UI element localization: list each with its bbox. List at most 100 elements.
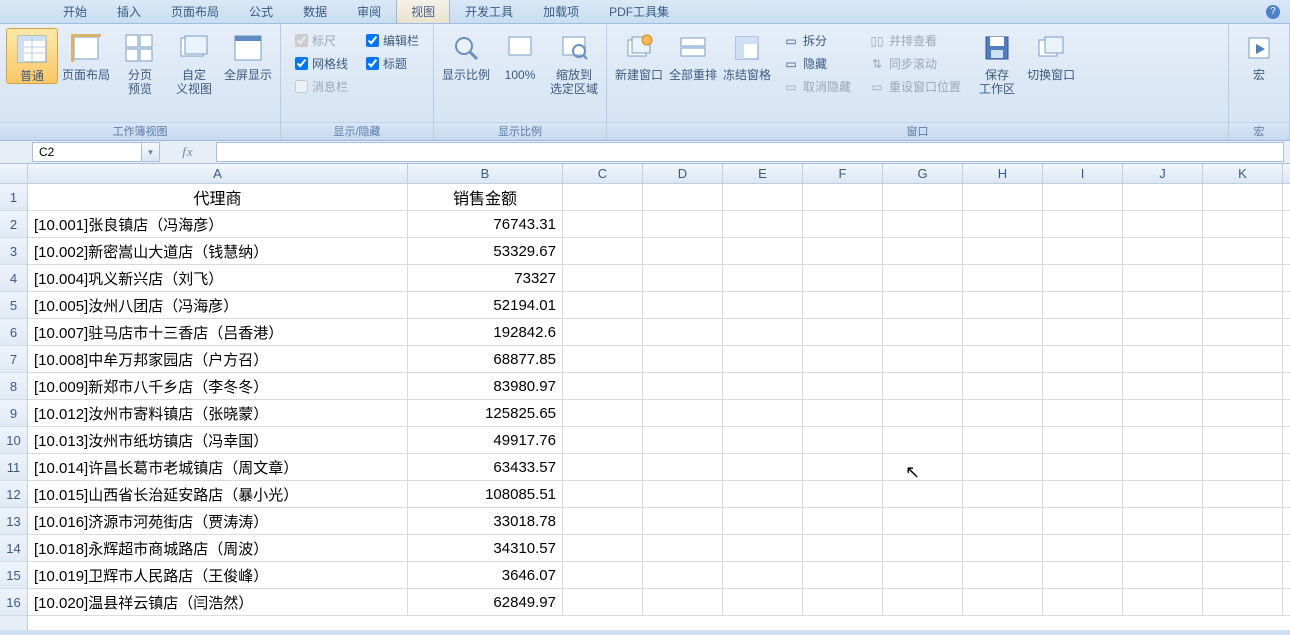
cell[interactable] xyxy=(1043,427,1123,453)
cell[interactable] xyxy=(963,373,1043,399)
cell[interactable] xyxy=(723,184,803,210)
row-header[interactable]: 11 xyxy=(0,454,27,481)
cell[interactable]: [10.015]山西省长治延安路店（暴小光） xyxy=(28,481,408,507)
column-header[interactable]: E xyxy=(723,164,803,183)
cell[interactable] xyxy=(883,211,963,237)
cell[interactable]: 62849.97 xyxy=(408,589,563,615)
cell[interactable] xyxy=(1123,238,1203,264)
view-pagelayout-button[interactable]: 页面布局 xyxy=(60,28,112,82)
cell[interactable] xyxy=(723,454,803,480)
cell[interactable] xyxy=(1123,508,1203,534)
cell[interactable]: 销售金额 xyxy=(408,184,563,210)
cell[interactable]: 76743.31 xyxy=(408,211,563,237)
tab[interactable]: 开发工具 xyxy=(450,0,528,23)
column-header[interactable]: I xyxy=(1043,164,1123,183)
cell[interactable] xyxy=(1203,535,1283,561)
cell[interactable] xyxy=(723,319,803,345)
row-header[interactable]: 10 xyxy=(0,427,27,454)
cell[interactable]: [10.016]济源市河苑街店（贾涛涛） xyxy=(28,508,408,534)
column-header[interactable]: J xyxy=(1123,164,1203,183)
cell[interactable] xyxy=(723,400,803,426)
cell[interactable] xyxy=(1203,238,1283,264)
row-header[interactable]: 7 xyxy=(0,346,27,373)
cell[interactable] xyxy=(723,535,803,561)
cell[interactable]: [10.009]新郑市八千乡店（李冬冬） xyxy=(28,373,408,399)
row-header[interactable]: 5 xyxy=(0,292,27,319)
fx-icon[interactable] xyxy=(160,144,216,160)
cell[interactable] xyxy=(563,508,643,534)
cell[interactable] xyxy=(723,238,803,264)
cell[interactable] xyxy=(643,481,723,507)
cell[interactable] xyxy=(803,427,883,453)
cell[interactable] xyxy=(963,481,1043,507)
cell[interactable] xyxy=(803,211,883,237)
cell[interactable]: [10.013]汝州市纸坊镇店（冯幸国） xyxy=(28,427,408,453)
cell[interactable] xyxy=(963,292,1043,318)
gridlines-checkbox[interactable]: 网格线 xyxy=(295,55,348,72)
cell[interactable]: [10.005]汝州八团店（冯海彦） xyxy=(28,292,408,318)
tab[interactable]: 开始 xyxy=(48,0,102,23)
cell[interactable] xyxy=(563,346,643,372)
zoom-selection-button[interactable]: 缩放到 选定区域 xyxy=(548,28,600,96)
cell[interactable] xyxy=(643,319,723,345)
cell[interactable] xyxy=(883,508,963,534)
sync-scroll-button[interactable]: ⇅同步滚动 xyxy=(865,53,965,74)
cell[interactable] xyxy=(643,211,723,237)
cell[interactable] xyxy=(643,535,723,561)
column-header[interactable]: C xyxy=(563,164,643,183)
hide-button[interactable]: ▭隐藏 xyxy=(779,53,855,74)
cell[interactable] xyxy=(1203,589,1283,615)
formulabar-checkbox[interactable]: 编辑栏 xyxy=(366,32,419,49)
cell[interactable]: [10.007]驻马店市十三香店（吕香港） xyxy=(28,319,408,345)
column-header[interactable]: F xyxy=(803,164,883,183)
zoom-100-button[interactable]: 100% xyxy=(494,28,546,82)
cell[interactable]: [10.020]温县祥云镇店（闫浩然） xyxy=(28,589,408,615)
cell[interactable] xyxy=(803,481,883,507)
row-header[interactable]: 8 xyxy=(0,373,27,400)
cell[interactable] xyxy=(883,535,963,561)
cell[interactable] xyxy=(883,427,963,453)
cell[interactable]: [10.008]中牟万邦家园店（户方召） xyxy=(28,346,408,372)
cell[interactable] xyxy=(1203,292,1283,318)
cell[interactable]: 34310.57 xyxy=(408,535,563,561)
cell[interactable] xyxy=(643,562,723,588)
cell[interactable] xyxy=(1203,319,1283,345)
view-normal-button[interactable]: 普通 xyxy=(6,28,58,84)
row-header[interactable]: 6 xyxy=(0,319,27,346)
switch-window-button[interactable]: 切换窗口 xyxy=(1025,28,1077,82)
cell[interactable] xyxy=(723,292,803,318)
cell[interactable] xyxy=(1123,481,1203,507)
view-custom-button[interactable]: 自定 义视图 xyxy=(168,28,220,96)
cell[interactable] xyxy=(563,535,643,561)
cell[interactable]: 3646.07 xyxy=(408,562,563,588)
cell[interactable] xyxy=(723,427,803,453)
cell[interactable] xyxy=(1123,562,1203,588)
cell[interactable] xyxy=(883,184,963,210)
cell[interactable] xyxy=(643,346,723,372)
cell[interactable] xyxy=(963,535,1043,561)
cell[interactable] xyxy=(1123,184,1203,210)
cell[interactable] xyxy=(803,508,883,534)
cell[interactable] xyxy=(1043,454,1123,480)
cell[interactable] xyxy=(803,454,883,480)
cell[interactable] xyxy=(643,184,723,210)
row-header[interactable]: 15 xyxy=(0,562,27,589)
cell[interactable] xyxy=(803,184,883,210)
cell[interactable] xyxy=(723,508,803,534)
cell[interactable] xyxy=(963,211,1043,237)
cell[interactable] xyxy=(803,319,883,345)
cell[interactable]: 73327 xyxy=(408,265,563,291)
cell[interactable] xyxy=(963,454,1043,480)
row-header[interactable]: 4 xyxy=(0,265,27,292)
save-workspace-button[interactable]: 保存 工作区 xyxy=(971,28,1023,96)
cell[interactable]: [10.004]巩义新兴店（刘飞） xyxy=(28,265,408,291)
reset-pos-button[interactable]: ▭重设窗口位置 xyxy=(865,76,965,97)
cell[interactable] xyxy=(563,427,643,453)
cell[interactable] xyxy=(1203,508,1283,534)
formula-input[interactable] xyxy=(216,142,1284,162)
cell[interactable] xyxy=(1203,562,1283,588)
cell[interactable] xyxy=(563,481,643,507)
column-header[interactable]: B xyxy=(408,164,563,183)
cell[interactable] xyxy=(803,292,883,318)
cell[interactable] xyxy=(883,346,963,372)
